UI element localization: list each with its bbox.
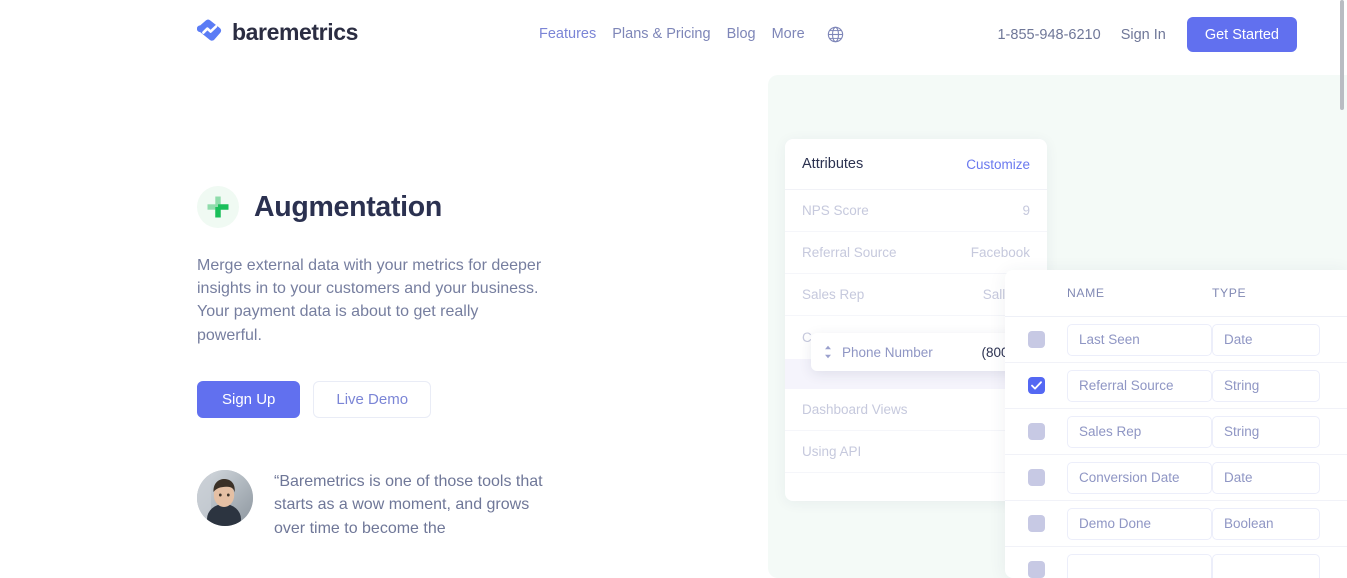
field-name-input[interactable]: Sales Rep [1067, 415, 1212, 448]
row-name-cell: Last Seen [1067, 323, 1212, 356]
field-name-input[interactable]: Conversion Date [1067, 461, 1212, 494]
sign-up-button[interactable]: Sign Up [197, 380, 301, 418]
hero-title-row: Augmentation [197, 186, 597, 228]
get-started-button[interactable]: Get Started [1186, 17, 1297, 52]
field-name-input[interactable]: Referral Source [1067, 369, 1212, 402]
phone-number-link[interactable]: 1-855-948-6210 [997, 18, 1100, 52]
field-type-select[interactable]: Date [1212, 461, 1320, 494]
row-checkbox[interactable] [1027, 515, 1045, 532]
hero-button-row: Sign Up Live Demo [197, 380, 597, 418]
main-nav: Features Plans & Pricing Blog More [531, 24, 844, 44]
nav-item-blog[interactable]: Blog [719, 24, 764, 44]
table-row: Conversion Date Date [1005, 455, 1347, 501]
baremetrics-wave-logo-icon [197, 19, 222, 41]
table-row: Referral Source String [1005, 363, 1347, 409]
attribute-label: Dashboard Views [802, 402, 908, 417]
customize-link[interactable]: Customize [966, 157, 1030, 172]
row-name-cell [1067, 553, 1212, 578]
testimonial-quote: “Baremetrics is one of those tools that … [274, 472, 543, 537]
fields-table-header: NAME TYPE [1005, 270, 1347, 317]
table-row [1005, 547, 1347, 578]
row-name-cell: Demo Done [1067, 507, 1212, 540]
attribute-label: Using API [802, 444, 862, 459]
hero-description: Merge external data with your metrics fo… [197, 257, 542, 344]
row-checkbox-cell [1005, 331, 1067, 348]
page-scrollbar[interactable] [1340, 0, 1344, 110]
brand-name: baremetrics [232, 19, 359, 45]
row-type-cell: Boolean [1212, 507, 1320, 540]
field-type-select[interactable]: Boolean [1212, 507, 1320, 540]
plus-glyph [207, 196, 229, 218]
brand-logo[interactable]: baremetrics [197, 19, 358, 45]
site-header: baremetrics Features Plans & Pricing Blo… [0, 0, 1347, 68]
row-checkbox[interactable] [1027, 423, 1045, 440]
row-name-cell: Conversion Date [1067, 461, 1212, 494]
row-checkbox[interactable] [1027, 377, 1045, 394]
row-type-cell: Date [1212, 323, 1320, 356]
table-row: Sales Rep String [1005, 409, 1347, 455]
table-row: Last Seen Date [1005, 317, 1347, 363]
table-row: Demo Done Boolean [1005, 501, 1347, 547]
attribute-row-nps-score: NPS Score 9 [785, 190, 1047, 232]
row-type-cell: String [1212, 415, 1320, 448]
row-name-cell: Sales Rep [1067, 415, 1212, 448]
row-checkbox-cell [1005, 423, 1067, 440]
row-checkbox[interactable] [1027, 469, 1045, 486]
check-icon [1030, 381, 1042, 390]
attribute-label: NPS Score [802, 203, 869, 218]
row-checkbox-cell [1005, 561, 1067, 578]
sign-in-link[interactable]: Sign In [1121, 18, 1166, 52]
dragging-attribute-card[interactable]: Phone Number (800) [811, 333, 1025, 371]
row-checkbox-cell [1005, 377, 1067, 394]
field-name-input[interactable]: Last Seen [1067, 323, 1212, 356]
row-type-cell: String [1212, 369, 1320, 402]
page-root: baremetrics Features Plans & Pricing Blo… [0, 0, 1347, 578]
attribute-label: Referral Source [802, 245, 897, 260]
avatar [197, 469, 253, 526]
drag-sort-icon[interactable] [823, 345, 833, 359]
column-header-type: TYPE [1212, 286, 1247, 300]
attributes-card-title: Attributes [802, 156, 864, 172]
plus-icon [197, 186, 239, 228]
page-title: Augmentation [254, 190, 442, 223]
row-type-cell [1212, 553, 1320, 578]
fields-table-card: NAME TYPE Last Seen Date Referral Source… [1005, 270, 1347, 578]
column-header-name: NAME [1067, 286, 1105, 300]
hero-content: Augmentation Merge external data with yo… [197, 186, 597, 541]
attribute-value: 9 [1022, 203, 1030, 218]
nav-item-plans-pricing[interactable]: Plans & Pricing [604, 24, 718, 44]
attribute-value: Facebook [970, 245, 1030, 260]
field-name-input[interactable]: Demo Done [1067, 507, 1212, 540]
row-checkbox-cell [1005, 469, 1067, 486]
attributes-card-header: Attributes Customize [785, 139, 1047, 190]
globe-icon[interactable] [827, 26, 844, 43]
attribute-row-referral-source: Referral Source Facebook [785, 232, 1047, 274]
testimonial: “Baremetrics is one of those tools that … [197, 469, 597, 541]
row-checkbox-cell [1005, 515, 1067, 532]
field-type-select[interactable]: String [1212, 415, 1320, 448]
field-type-select[interactable]: String [1212, 369, 1320, 402]
row-name-cell: Referral Source [1067, 369, 1212, 402]
header-actions: 1-855-948-6210 Sign In Get Started [997, 17, 1297, 52]
field-type-select[interactable] [1212, 553, 1320, 578]
nav-item-more[interactable]: More [764, 24, 813, 44]
dragging-attribute-name: Phone Number [842, 344, 933, 360]
live-demo-button[interactable]: Live Demo [313, 380, 432, 418]
attribute-label: Sales Rep [802, 287, 865, 302]
avatar-photo [197, 469, 253, 526]
row-type-cell: Date [1212, 461, 1320, 494]
field-name-input[interactable] [1067, 553, 1212, 578]
field-type-select[interactable]: Date [1212, 323, 1320, 356]
row-checkbox[interactable] [1027, 561, 1045, 578]
row-checkbox[interactable] [1027, 331, 1045, 348]
nav-item-features[interactable]: Features [531, 24, 604, 44]
